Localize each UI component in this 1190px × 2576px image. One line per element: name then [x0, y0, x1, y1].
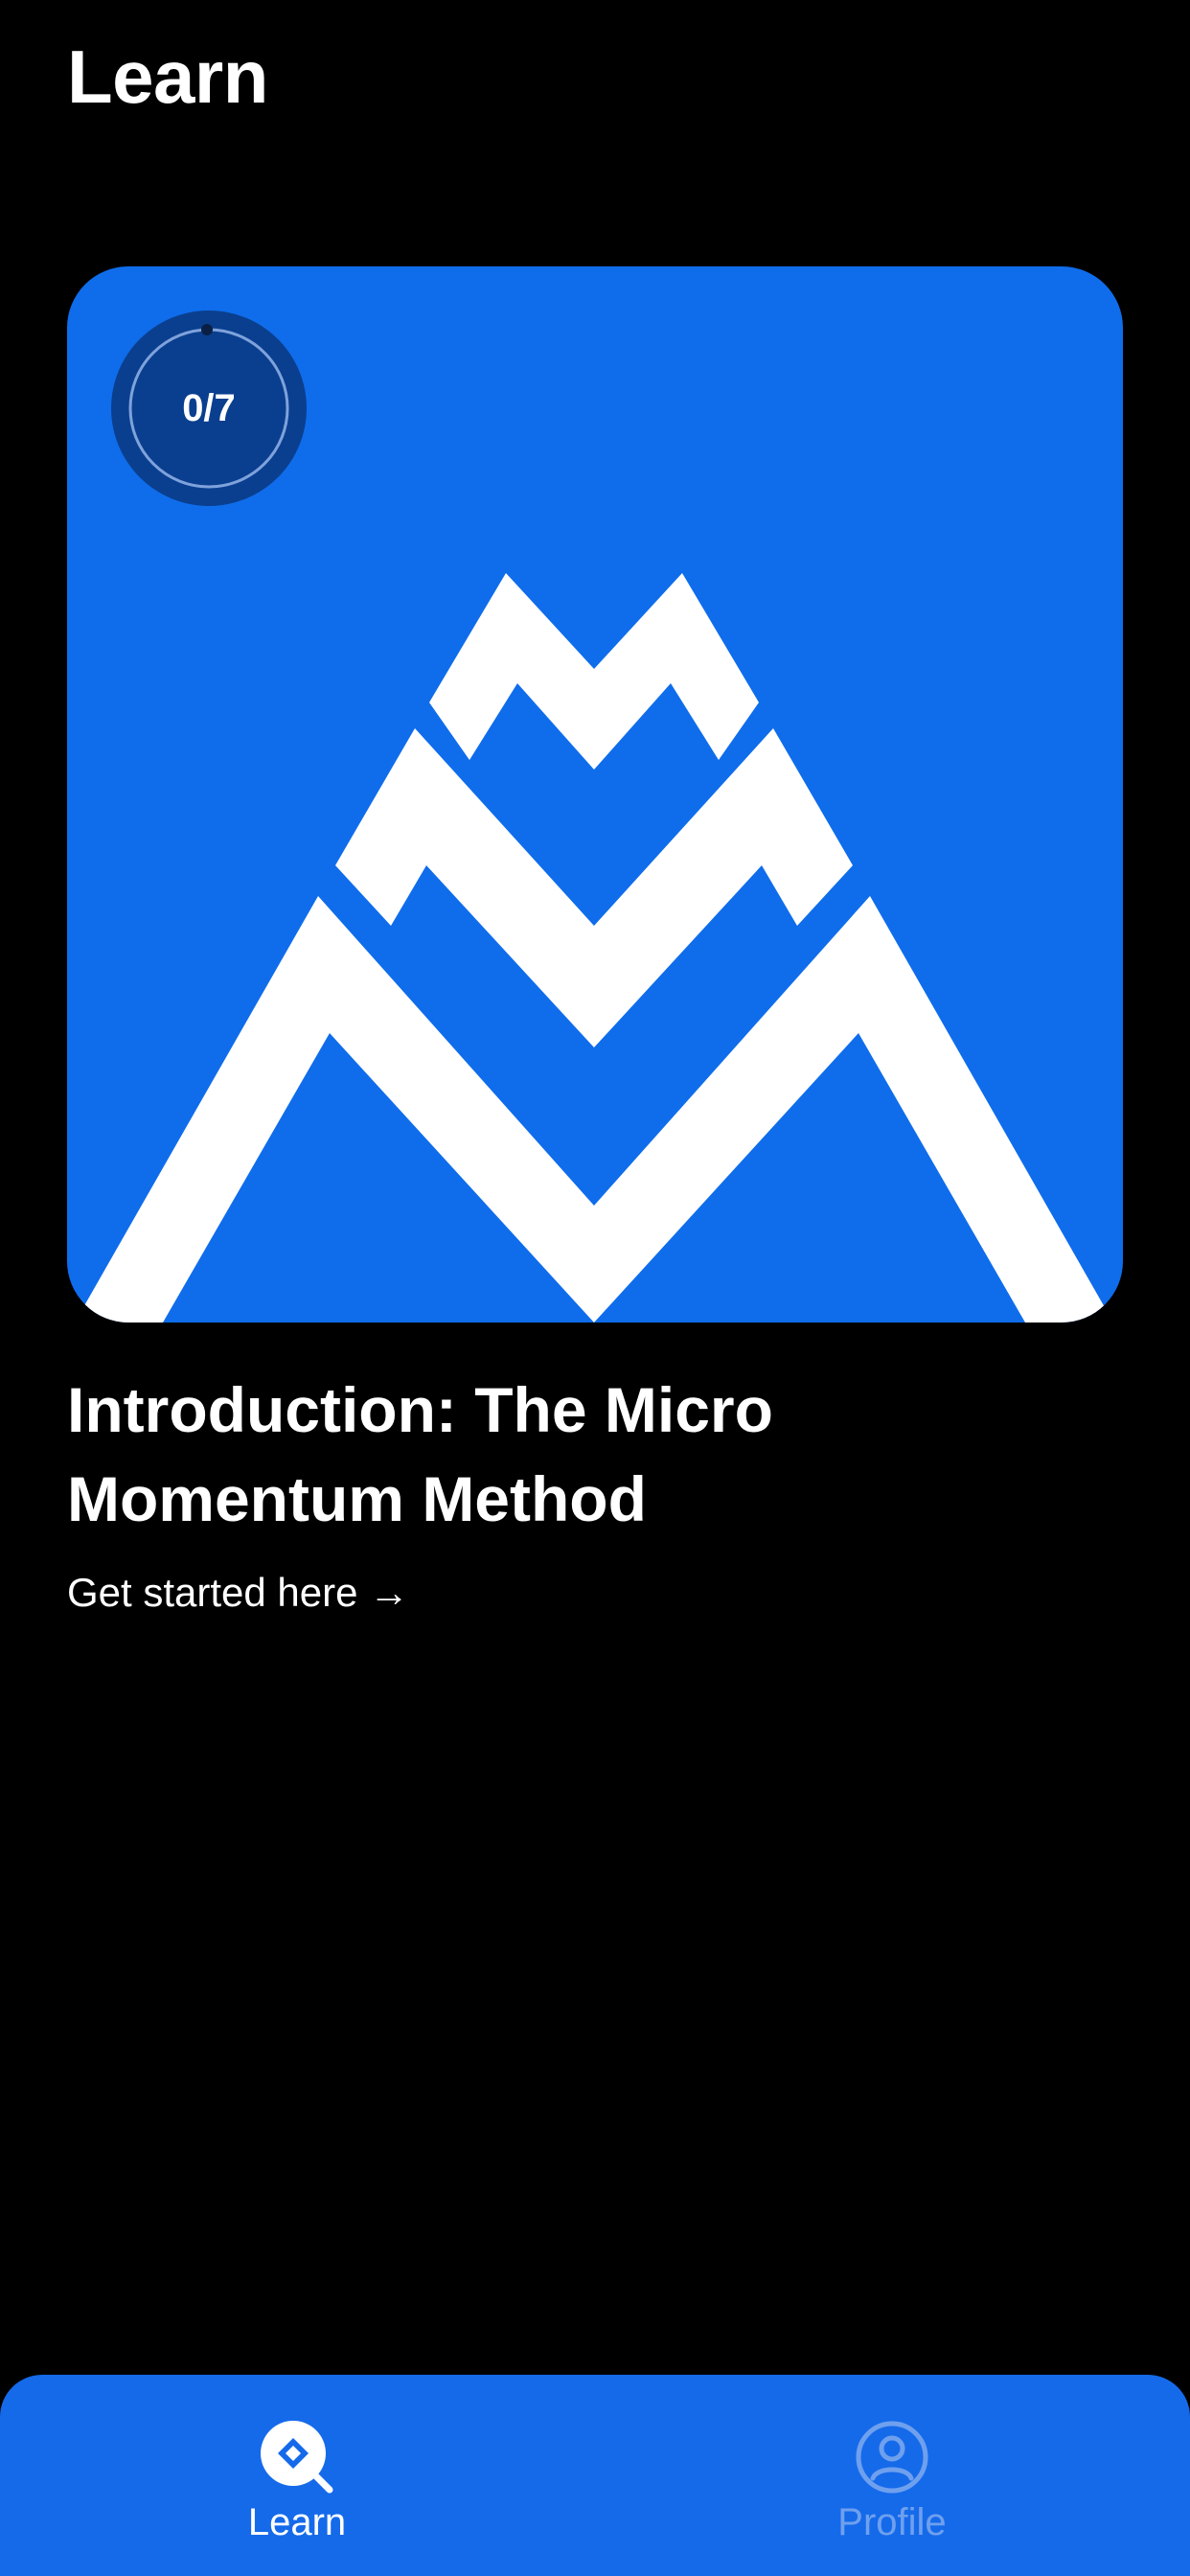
learn-search-diamond-icon [261, 2421, 333, 2494]
tab-learn[interactable]: Learn [153, 2375, 441, 2576]
progress-count: 0/7 [182, 386, 236, 429]
course-title[interactable]: Introduction: The Micro Momentum Method [67, 1366, 1025, 1544]
page-title: Learn [67, 34, 268, 119]
profile-person-icon [856, 2421, 928, 2494]
get-started-link[interactable]: Get started here → [67, 1570, 409, 1616]
tab-profile[interactable]: Profile [748, 2375, 1036, 2576]
tab-profile-label: Profile [837, 2501, 947, 2543]
course-card[interactable]: 0/7 [67, 266, 1123, 1322]
bottom-tab-bar: Learn Profile [0, 2375, 1190, 2576]
progress-ring: 0/7 [111, 310, 307, 506]
tab-learn-label: Learn [247, 2501, 347, 2543]
